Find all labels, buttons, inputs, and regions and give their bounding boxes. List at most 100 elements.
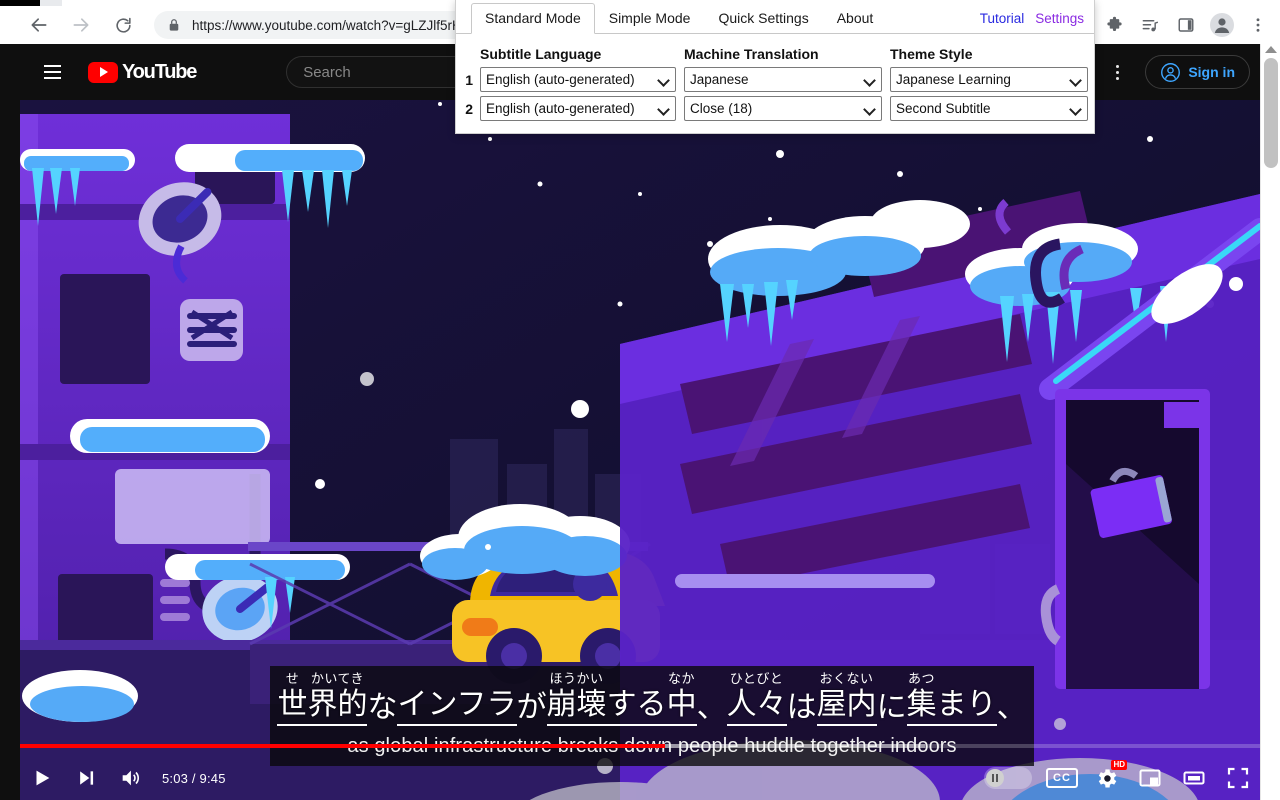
furigana-ruby: ほうかい — [549, 671, 604, 686]
fullscreen-button[interactable] — [1216, 756, 1260, 800]
subtitle-base-text: 崩壊 — [546, 687, 607, 726]
theme-style-select-1[interactable]: Japanese LearningSecond SubtitleDefault — [890, 67, 1088, 92]
furigana-ruby: あつ — [908, 671, 936, 686]
kebab-dot — [1115, 70, 1119, 74]
cell-machine-translation-1: JapaneseClose (18)EnglishOff — [684, 67, 882, 92]
selwrap: JapaneseClose (18)EnglishOff — [684, 96, 882, 121]
theater-mode-button[interactable] — [1172, 756, 1216, 800]
player-right-controls: CC HD — [984, 756, 1260, 800]
video-player[interactable]: せ世かいてき 界的 な インフラ がほうかい 崩壊 する なか中 、ひとびと 人々 はお… — [20, 44, 1260, 800]
chrome-menu-icon[interactable] — [1244, 11, 1272, 39]
subtitle-token: ひとびと 人々 — [726, 671, 787, 726]
hamburger-line — [43, 65, 61, 67]
subtitle-token: 、 — [697, 675, 727, 726]
page-scrollbar[interactable] — [1260, 44, 1280, 800]
popup-links: Tutorial Settings — [980, 11, 1084, 26]
theme-style-select-2[interactable]: Japanese LearningSecond SubtitleDefault — [890, 96, 1088, 121]
autoplay-toggle[interactable] — [984, 767, 1032, 789]
settings-button[interactable]: HD — [1084, 756, 1128, 800]
selwrap: Japanese LearningSecond SubtitleDefault — [890, 67, 1088, 92]
pause-bar — [992, 774, 994, 782]
tab-quick-settings[interactable]: Quick Settings — [704, 3, 822, 34]
hd-badge: HD — [1111, 760, 1127, 770]
subtitle-token: まり — [936, 672, 997, 726]
subtitle-token: せ世 — [277, 671, 308, 726]
subtitle-base-text: 集 — [906, 687, 937, 726]
header-theme-style: Theme Style — [890, 45, 973, 62]
machine-translation-select-1[interactable]: JapaneseClose (18)EnglishOff — [684, 67, 882, 92]
miniplayer-icon — [1139, 769, 1161, 787]
subtitle-token: に — [877, 675, 907, 726]
furigana-ruby: ひとびと — [729, 671, 784, 686]
settings-row-2: 2 English (auto-generated)JapaneseOff Ja… — [456, 94, 1094, 123]
kebab-dot — [1115, 64, 1119, 68]
extensions-puzzle-icon[interactable] — [1100, 11, 1128, 39]
miniplayer-button[interactable] — [1128, 756, 1172, 800]
lock-icon — [168, 18, 180, 32]
furigana-ruby: かいてき — [310, 671, 365, 686]
cc-label: CC — [1053, 772, 1071, 784]
browser-viewport: せ世かいてき 界的 な インフラ がほうかい 崩壊 する なか中 、ひとびと 人々 はお… — [0, 44, 1280, 800]
selwrap: English (auto-generated)JapaneseOff — [480, 96, 676, 121]
media-playlist-icon[interactable] — [1136, 11, 1164, 39]
player-control-bar: 5:03 / 9:45 CC HD — [20, 736, 1260, 800]
address-bar-url: https://www.youtube.com/watch?v=gLZJlf5r… — [192, 17, 478, 33]
next-icon — [80, 771, 94, 785]
subtitle-token: おくない 屋内 — [816, 671, 877, 726]
tab-about[interactable]: About — [823, 3, 888, 34]
reload-button[interactable] — [108, 10, 138, 40]
play-button[interactable] — [20, 756, 64, 800]
youtube-logo[interactable]: YouTube — [88, 60, 197, 84]
scroll-up-arrow-icon[interactable] — [1265, 46, 1277, 53]
subtitle-base-text: 、 — [996, 691, 1027, 724]
popup-column-headers: Subtitle Language Machine Translation Th… — [456, 42, 1094, 65]
volume-button[interactable] — [108, 756, 152, 800]
play-icon — [36, 770, 50, 786]
sign-in-label: Sign in — [1188, 64, 1235, 80]
progress-played — [20, 744, 665, 748]
tab-standard-mode[interactable]: Standard Mode — [471, 3, 595, 34]
cc-icon: CC — [1046, 768, 1078, 788]
masthead-right-controls: Sign in — [1099, 54, 1250, 90]
furigana-ruby: おくない — [819, 671, 874, 686]
furigana-ruby — [635, 672, 639, 687]
cell-subtitle-language-2: English (auto-generated)JapaneseOff — [480, 96, 676, 121]
captions-button[interactable]: CC — [1040, 756, 1084, 800]
side-panel-icon[interactable] — [1172, 11, 1200, 39]
subtitle-token: が — [517, 675, 547, 726]
settings-link[interactable]: Settings — [1035, 11, 1084, 26]
video-progress-bar[interactable] — [20, 744, 1260, 748]
time-display: 5:03 / 9:45 — [162, 770, 226, 786]
subtitle-base-text: 屋内 — [816, 687, 877, 726]
popup-settings-grid: Subtitle Language Machine Translation Th… — [456, 34, 1094, 123]
furigana-ruby — [455, 672, 459, 687]
next-video-button[interactable] — [64, 756, 108, 800]
youtube-more-menu-icon[interactable] — [1099, 54, 1135, 90]
pause-bar — [996, 774, 998, 782]
profile-avatar-icon[interactable] — [1208, 11, 1236, 39]
forward-button[interactable] — [66, 10, 96, 40]
player-buttons-row: 5:03 / 9:45 CC HD — [20, 756, 1260, 800]
back-arrow-icon — [31, 18, 47, 32]
subtitle-extension-popup: Standard Mode Simple Mode Quick Settings… — [455, 0, 1095, 134]
account-circle-icon — [1161, 62, 1181, 82]
sign-in-button[interactable]: Sign in — [1145, 55, 1250, 89]
row-number-2: 2 — [465, 100, 473, 117]
back-button[interactable] — [24, 10, 54, 40]
avatar — [1210, 13, 1234, 37]
youtube-logo-text: YouTube — [122, 60, 197, 83]
subtitle-base-text: は — [786, 691, 817, 724]
subtitle-language-select-2[interactable]: English (auto-generated)JapaneseOff — [480, 96, 676, 121]
subtitle-base-text: 、 — [696, 691, 727, 724]
tab-simple-mode[interactable]: Simple Mode — [595, 3, 705, 34]
youtube-page: せ世かいてき 界的 な インフラ がほうかい 崩壊 する なか中 、ひとびと 人々 はお… — [20, 44, 1260, 800]
subtitle-base-text: 世 — [277, 687, 308, 726]
subtitle-language-select-1[interactable]: English (auto-generated)JapaneseOff — [480, 67, 676, 92]
tutorial-link[interactable]: Tutorial — [980, 11, 1025, 26]
subtitle-base-text: 中 — [666, 687, 697, 726]
furigana-ruby: せ — [285, 671, 300, 686]
scrollbar-thumb[interactable] — [1264, 58, 1278, 168]
machine-translation-select-2[interactable]: JapaneseClose (18)EnglishOff — [684, 96, 882, 121]
hamburger-line — [43, 71, 61, 73]
guide-menu-icon[interactable] — [32, 52, 72, 92]
